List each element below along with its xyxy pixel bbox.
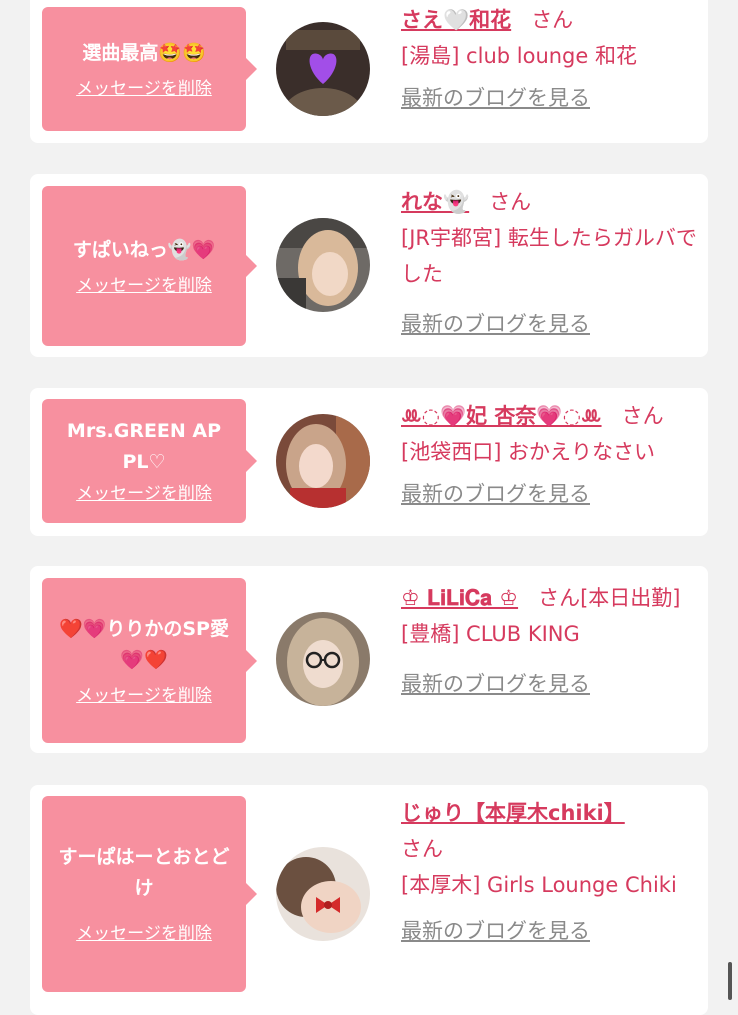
message-text: すぱいねっ👻💗	[72, 238, 216, 261]
avatar[interactable]	[276, 22, 370, 116]
honorific-suffix: さん	[621, 404, 664, 428]
message-card: 選曲最高🤩🤩 メッセージを削除 さえ🤍和花 さん [湯島] club loung…	[30, 0, 708, 143]
view-blog-link[interactable]: 最新のブログを見る	[401, 476, 721, 512]
delete-message-link[interactable]: メッセージを削除	[76, 482, 212, 506]
view-blog-link[interactable]: 最新のブログを見る	[401, 306, 701, 342]
avatar[interactable]	[276, 847, 370, 941]
avatar-photo-icon	[276, 847, 370, 941]
profile-info: じゅり【本厚木chiki】 さん [本厚木] Girls Lounge Chik…	[401, 795, 701, 949]
message-text: Mrs.GREEN APPL♡	[66, 420, 222, 473]
profile-name-link[interactable]: じゅり【本厚木chiki】	[401, 801, 625, 825]
message-card: すぱいねっ👻💗 メッセージを削除 れな👻 さん [JR宇都宮] 転生したらガルバ…	[30, 174, 708, 357]
honorific-suffix: さん	[531, 8, 574, 32]
profile-name-link[interactable]: ♔ 𝐋𝐢𝐋𝐢𝐂𝐚 ♔	[401, 586, 518, 610]
message-text: すーぱはーとおとどけ	[58, 846, 230, 899]
message-bubble: すーぱはーとおとどけ メッセージを削除	[42, 796, 257, 992]
avatar-photo-icon	[276, 218, 370, 312]
message-card: ❤️💗りりかのSP愛💗❤️ メッセージを削除 ♔ 𝐋𝐢𝐋𝐢𝐂𝐚 ♔ さん[本日出…	[30, 566, 708, 753]
shop-label: [豊橋] CLUB KING	[401, 622, 580, 646]
message-bubble: すぱいねっ👻💗 メッセージを削除	[42, 186, 257, 346]
profile-name-link[interactable]: ꔛ◌︎💗妃 杏奈💗◌︎ꔛ	[401, 404, 602, 428]
view-blog-link[interactable]: 最新のブログを見る	[401, 913, 701, 949]
scrollbar[interactable]	[728, 962, 732, 1000]
delete-message-link[interactable]: メッセージを削除	[76, 77, 212, 101]
delete-message-link[interactable]: メッセージを削除	[76, 684, 212, 708]
avatar[interactable]	[276, 612, 370, 706]
shop-label: [湯島] club lounge 和花	[401, 44, 637, 68]
message-bubble: ❤️💗りりかのSP愛💗❤️ メッセージを削除	[42, 578, 257, 743]
shop-label: [本厚木] Girls Lounge Chiki	[401, 873, 677, 897]
honorific-suffix: さん[本日出勤]	[538, 586, 681, 610]
avatar-photo-icon	[276, 612, 370, 706]
view-blog-link[interactable]: 最新のブログを見る	[401, 80, 701, 116]
message-card: Mrs.GREEN APPL♡ メッセージを削除 ꔛ◌︎💗妃 杏奈💗◌︎ꔛ さん…	[30, 388, 708, 536]
message-bubble: Mrs.GREEN APPL♡ メッセージを削除	[42, 399, 257, 523]
delete-message-link[interactable]: メッセージを削除	[76, 922, 212, 946]
avatar-photo-icon	[276, 414, 370, 508]
profile-info: れな👻 さん [JR宇都宮] 転生したらガルバでした 最新のブログを見る	[401, 184, 701, 342]
message-bubble: 選曲最高🤩🤩 メッセージを削除	[42, 7, 257, 131]
message-card: すーぱはーとおとどけ メッセージを削除 じゅり【本厚木chiki】 さん [本厚…	[30, 785, 708, 1015]
delete-message-link[interactable]: メッセージを削除	[76, 274, 212, 298]
honorific-suffix: さん	[489, 190, 532, 214]
shop-label: [池袋西口] おかえりなさい	[401, 440, 656, 464]
profile-name-link[interactable]: れな👻	[401, 190, 469, 214]
profile-info: さえ🤍和花 さん [湯島] club lounge 和花 最新のブログを見る	[401, 2, 701, 116]
view-blog-link[interactable]: 最新のブログを見る	[401, 666, 701, 702]
avatar[interactable]	[276, 414, 370, 508]
message-text: ❤️💗りりかのSP愛💗❤️	[59, 617, 229, 671]
honorific-suffix: さん	[401, 837, 443, 861]
avatar[interactable]	[276, 218, 370, 312]
avatar-photo-icon	[276, 22, 370, 116]
profile-info: ꔛ◌︎💗妃 杏奈💗◌︎ꔛ さん [池袋西口] おかえりなさい 最新のブログを見る	[401, 398, 721, 512]
profile-info: ♔ 𝐋𝐢𝐋𝐢𝐂𝐚 ♔ さん[本日出勤] [豊橋] CLUB KING 最新のブロ…	[401, 580, 701, 702]
profile-name-link[interactable]: さえ🤍和花	[401, 8, 511, 32]
shop-label: [JR宇都宮] 転生したらガルバでした	[401, 226, 697, 286]
message-text: 選曲最高🤩🤩	[82, 41, 206, 64]
